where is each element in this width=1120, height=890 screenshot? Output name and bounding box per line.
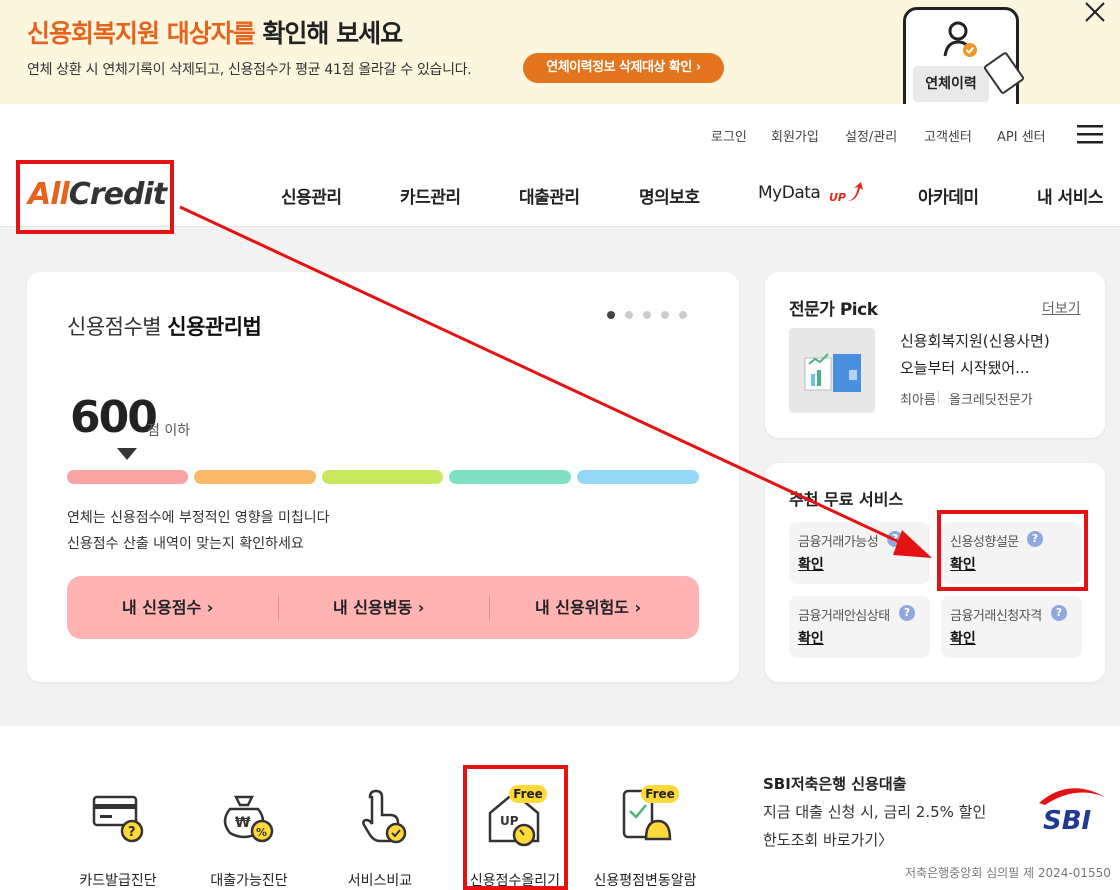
my-credit-risk-button[interactable]: 내 신용위험도 › bbox=[535, 594, 641, 618]
score-segment-5[interactable] bbox=[577, 470, 699, 484]
service-label: 금융거래안심상태 bbox=[798, 609, 890, 624]
score-segment-4[interactable] bbox=[449, 470, 571, 484]
divider bbox=[938, 391, 939, 403]
score-segment-2[interactable] bbox=[194, 470, 316, 484]
score-segment-3[interactable] bbox=[322, 470, 443, 484]
hamburger-menu-icon[interactable] bbox=[1077, 124, 1103, 144]
divider bbox=[278, 596, 279, 620]
mydata-badge-text: UP bbox=[829, 191, 846, 204]
person-check-icon bbox=[943, 21, 977, 57]
nav-my-service[interactable]: 내 서비스 bbox=[1037, 183, 1103, 208]
svg-text:%: % bbox=[256, 826, 267, 839]
tool-label[interactable]: 신용평점변동알람 bbox=[585, 870, 705, 890]
ad-line-2[interactable]: 한도조회 바로가기〉 bbox=[763, 829, 893, 850]
annotation-box-logo bbox=[16, 160, 174, 234]
sbi-logo[interactable]: SBI bbox=[1035, 783, 1107, 833]
nav-academy[interactable]: 아카데미 bbox=[918, 183, 979, 208]
nav-identity[interactable]: 명의보호 bbox=[639, 183, 700, 208]
nav-loan[interactable]: 대출관리 bbox=[519, 183, 580, 208]
service-label: 금융거래신청자격 bbox=[950, 609, 1042, 624]
sbi-logo-text: SBI bbox=[1043, 806, 1092, 833]
service-check-link[interactable]: 확인 bbox=[798, 554, 824, 574]
services-title: 추천 무료 서비스 bbox=[789, 490, 904, 509]
carousel-dot[interactable] bbox=[661, 311, 669, 319]
loan-bag-icon[interactable]: ₩ % bbox=[218, 787, 278, 847]
banner-title-rest: 확인해 보세요 bbox=[254, 19, 403, 48]
banner-title: 신용회복지원 대상자를 확인해 보세요 bbox=[27, 14, 403, 50]
divider bbox=[489, 596, 490, 620]
nav-credit[interactable]: 신용관리 bbox=[281, 183, 342, 208]
ad-disclaimer: 저축은행중앙회 심의필 제 2024-01550 bbox=[905, 866, 1111, 880]
carousel-dot[interactable] bbox=[679, 311, 687, 319]
signup-link[interactable]: 회원가입 bbox=[771, 126, 819, 145]
free-badge: Free bbox=[641, 785, 679, 803]
article-headline-1[interactable]: 신용회복지원(신용사면) bbox=[900, 330, 1050, 351]
article-role: 올크레딧전문가 bbox=[949, 393, 1033, 408]
banner-subtitle: 연체 상환 시 연체기록이 삭제되고, 신용점수가 평균 41점 올라갈 수 있… bbox=[27, 62, 472, 78]
nav-card[interactable]: 카드관리 bbox=[400, 183, 461, 208]
tool-label[interactable]: 카드발급진단 bbox=[58, 870, 178, 890]
my-credit-change-button[interactable]: 내 신용변동 › bbox=[333, 594, 424, 618]
card-title-bold: 신용관리법 bbox=[167, 315, 262, 339]
carousel-dot-active[interactable] bbox=[607, 311, 615, 319]
tool-label[interactable]: 서비스비교 bbox=[320, 870, 440, 890]
score-unit: 점 이하 bbox=[147, 423, 191, 439]
question-icon[interactable]: ? bbox=[1051, 605, 1067, 621]
close-icon[interactable] bbox=[1083, 0, 1107, 24]
card-title-light: 신용점수별 bbox=[67, 315, 168, 339]
banner-check-button[interactable]: 연체이력정보 삭제대상 확인 › bbox=[523, 53, 724, 83]
up-arrow-icon: UP bbox=[829, 182, 863, 204]
score-marker-icon bbox=[117, 448, 137, 460]
question-icon[interactable]: ? bbox=[887, 531, 903, 547]
service-check-link[interactable]: 확인 bbox=[798, 628, 824, 648]
more-link[interactable]: 더보기 bbox=[1042, 298, 1081, 318]
login-link[interactable]: 로그인 bbox=[711, 126, 747, 145]
phone-label: 연체이력 bbox=[913, 66, 989, 102]
score-segment-1[interactable] bbox=[67, 470, 188, 484]
settings-link[interactable]: 설정/관리 bbox=[845, 126, 897, 145]
svg-text:₩: ₩ bbox=[235, 815, 251, 831]
banner-title-highlight: 신용회복지원 대상자를 bbox=[27, 19, 256, 48]
annotation-box-score-up bbox=[463, 765, 568, 890]
nav-mydata[interactable]: MyData bbox=[758, 183, 821, 203]
article-headline-2[interactable]: 오늘부터 시작됐어... bbox=[900, 357, 1029, 378]
article-thumbnail[interactable] bbox=[789, 328, 875, 413]
card-desc-2: 신용점수 산출 내역이 맞는지 확인하세요 bbox=[67, 536, 304, 552]
service-label: 금융거래가능성 bbox=[798, 535, 879, 550]
tool-label[interactable]: 대출가능진단 bbox=[189, 870, 309, 890]
ad-title[interactable]: SBI저축은행 신용대출 bbox=[763, 773, 906, 794]
card-title: 신용점수별 신용관리법 bbox=[67, 311, 262, 341]
service-check-link[interactable]: 확인 bbox=[950, 628, 976, 648]
carousel-dot[interactable] bbox=[643, 311, 651, 319]
article-author: 최아름 bbox=[900, 393, 936, 408]
customer-center-link[interactable]: 고객센터 bbox=[924, 126, 972, 145]
question-icon[interactable]: ? bbox=[899, 605, 915, 621]
carousel-dot[interactable] bbox=[625, 311, 633, 319]
card-issue-icon[interactable]: ? bbox=[88, 787, 148, 847]
my-credit-score-button[interactable]: 내 신용점수 › bbox=[122, 594, 213, 618]
expert-pick-title: 전문가 Pick bbox=[789, 300, 878, 320]
card-desc-1: 연체는 신용점수에 부정적인 영향을 미칩니다 bbox=[67, 510, 330, 526]
svg-text:?: ? bbox=[128, 825, 136, 840]
ad-line-1[interactable]: 지금 대출 신청 시, 금리 2.5% 할인 bbox=[763, 801, 986, 822]
chart-book-icon bbox=[804, 353, 861, 392]
api-center-link[interactable]: API 센터 bbox=[997, 126, 1046, 145]
score-value: 600 bbox=[70, 392, 158, 443]
annotation-box-survey bbox=[937, 510, 1088, 591]
hand-touch-icon[interactable] bbox=[352, 787, 412, 847]
